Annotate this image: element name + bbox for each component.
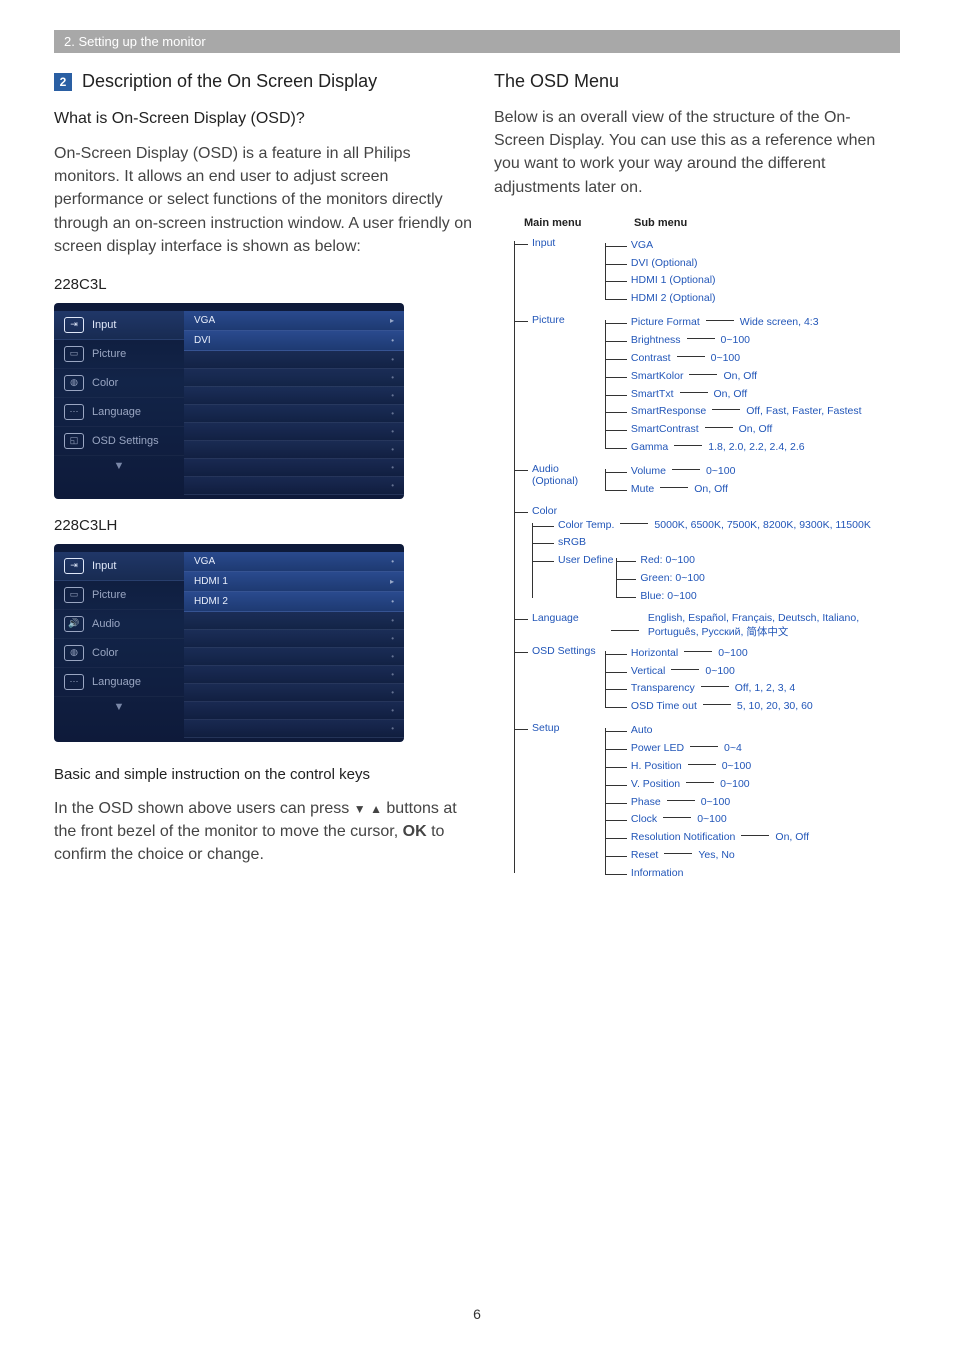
model-label-a: 228C3L <box>54 276 474 293</box>
section-number: 2 <box>54 73 72 91</box>
tree-header-sub: Sub menu <box>634 217 687 229</box>
tree-node-picture: Picture Picture FormatWide screen, 4:3 B… <box>514 314 900 457</box>
osd-menu-osd-settings: ◱OSD Settings <box>54 427 184 456</box>
osd-option-vga: VGA▸ <box>184 311 404 331</box>
tree-node-input: Input VGA DVI (Optional) HDMI 1 (Optiona… <box>514 237 900 308</box>
osd-menu-input: ⇥Input <box>54 552 184 581</box>
osd-option-blank: • <box>184 612 404 630</box>
osd-option-hdmi2: HDMI 2• <box>184 592 404 612</box>
right-title: The OSD Menu <box>494 71 900 92</box>
triangle-up-icon: ▲ <box>370 801 382 818</box>
page-number: 6 <box>0 1306 954 1322</box>
osd-option-blank: • <box>184 702 404 720</box>
osd-option-blank: • <box>184 459 404 477</box>
osd-option-blank: • <box>184 405 404 423</box>
osd-menu-color: ◍Color <box>54 369 184 398</box>
osd-down-arrow: ▼ <box>54 456 184 476</box>
section-title: 2 Description of the On Screen Display <box>54 71 474 92</box>
osd-menu-picture: ▭Picture <box>54 581 184 610</box>
tree-node-setup: Setup Auto Power LED0~4 H. Position0~100… <box>514 722 900 883</box>
language-icon: ⋯ <box>64 404 84 420</box>
osd-option-dvi: DVI• <box>184 331 404 351</box>
tree-node-audio: Audio(Optional) Volume0~100 MuteOn, Off <box>514 463 900 499</box>
osd-menu-audio: 🔊Audio <box>54 610 184 639</box>
osd-option-blank: • <box>184 387 404 405</box>
osd-option-blank: • <box>184 648 404 666</box>
header-bar: 2. Setting up the monitor <box>54 30 900 53</box>
language-icon: ⋯ <box>64 674 84 690</box>
osd-menu-input: ⇥Input <box>54 311 184 340</box>
osd-menu-picture: ▭Picture <box>54 340 184 369</box>
osd-option-blank: • <box>184 666 404 684</box>
osd-screenshot-228c3l: ⇥Input ▭Picture ◍Color ⋯Language ◱OSD Se… <box>54 303 404 499</box>
tree-header-main: Main menu <box>524 217 604 229</box>
instruction-title: Basic and simple instruction on the cont… <box>54 766 474 783</box>
osd-option-blank: • <box>184 477 404 495</box>
osd-menu-language: ⋯Language <box>54 668 184 697</box>
osd-menu-language: ⋯Language <box>54 398 184 427</box>
section-title-text: Description of the On Screen Display <box>82 71 377 91</box>
osd-menu-color: ◍Color <box>54 639 184 668</box>
model-label-b: 228C3LH <box>54 517 474 534</box>
osd-option-vga: VGA• <box>184 552 404 572</box>
tree-node-language: Language English, Español, Français, Deu… <box>514 612 900 639</box>
subheading-what-is-osd: What is On-Screen Display (OSD)? <box>54 110 474 128</box>
osd-option-blank: • <box>184 630 404 648</box>
tree-node-color: Color Color Temp.5000K, 6500K, 7500K, 82… <box>514 505 900 606</box>
osd-option-blank: • <box>184 351 404 369</box>
instruction-body: In the OSD shown above users can press ▼… <box>54 797 474 867</box>
osd-screenshot-228c3lh: ⇥Input ▭Picture 🔊Audio ◍Color ⋯Language … <box>54 544 404 742</box>
osd-option-hdmi1: HDMI 1▸ <box>184 572 404 592</box>
picture-icon: ▭ <box>64 346 84 362</box>
color-icon: ◍ <box>64 645 84 661</box>
osd-option-blank: • <box>184 720 404 738</box>
osd-menu-tree: Main menu Sub menu Input VGA DVI (Option… <box>494 217 900 883</box>
osd-option-blank: • <box>184 441 404 459</box>
settings-icon: ◱ <box>64 433 84 449</box>
picture-icon: ▭ <box>64 587 84 603</box>
osd-option-blank: • <box>184 369 404 387</box>
color-icon: ◍ <box>64 375 84 391</box>
osd-option-blank: • <box>184 423 404 441</box>
triangle-down-icon: ▼ <box>354 801 366 818</box>
osd-down-arrow: ▼ <box>54 697 184 717</box>
input-icon: ⇥ <box>64 558 84 574</box>
tree-node-osd-settings: OSD Settings Horizontal0~100 Vertical0~1… <box>514 645 900 716</box>
paragraph-what-is-osd: On-Screen Display (OSD) is a feature in … <box>54 142 474 258</box>
ok-label: OK <box>403 823 427 840</box>
osd-option-blank: • <box>184 684 404 702</box>
input-icon: ⇥ <box>64 317 84 333</box>
audio-icon: 🔊 <box>64 616 84 632</box>
right-paragraph: Below is an overall view of the structur… <box>494 106 900 199</box>
